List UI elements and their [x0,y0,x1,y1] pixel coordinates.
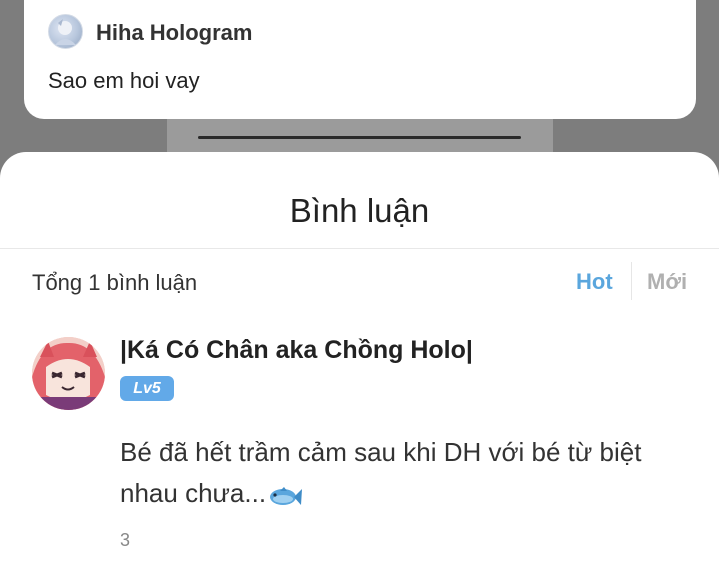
fish-icon [268,479,303,520]
sort-separator [631,262,632,300]
commenter-name[interactable]: |Ká Có Chân aka Chồng Holo| [120,336,473,365]
level-badge: Lv5 [120,376,174,401]
post-card[interactable]: Hiha Hologram Sao em hoi vay [24,0,696,119]
post-author-avatar[interactable] [48,14,83,49]
avatar-image [55,19,76,45]
comment-text: Bé đã hết trầm cảm sau khi DH với bé từ … [120,432,690,520]
post-text: Sao em hoi vay [48,68,200,93]
sheet-divider [0,248,719,249]
comments-sheet: Bình luận Tổng 1 bình luận Hot Mới |Ká C… [0,152,719,582]
commenter-avatar[interactable] [32,337,105,410]
comment-count: Tổng 1 bình luận [32,270,198,295]
background-divider [198,136,521,139]
post-author-name[interactable]: Hiha Hologram [96,20,252,46]
avatar-image [32,337,105,410]
sort-hot-tab[interactable]: Hot [576,269,613,295]
sort-new-tab[interactable]: Mới [647,269,687,295]
sheet-title: Bình luận [289,192,430,229]
like-count[interactable]: 3 [120,530,130,551]
comment-body: Bé đã hết trầm cảm sau khi DH với bé từ … [120,437,642,508]
